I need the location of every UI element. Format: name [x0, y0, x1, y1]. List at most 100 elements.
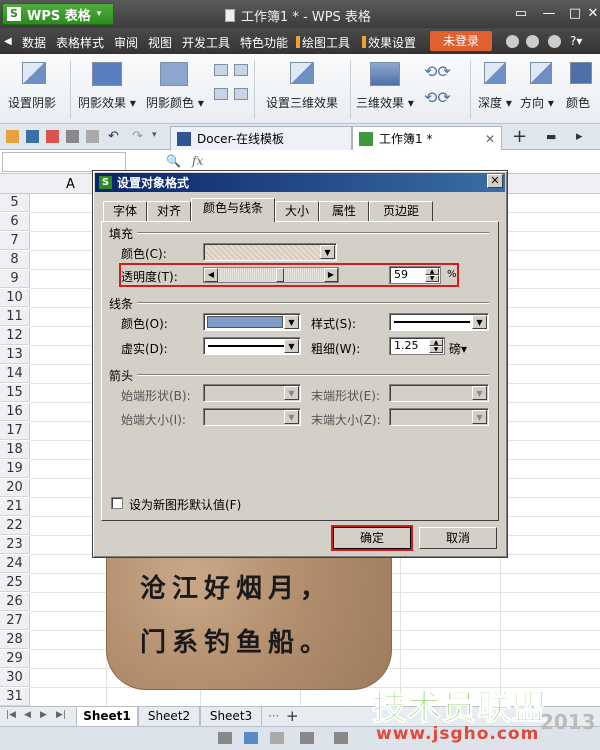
more-sheets-icon[interactable]: ··· [268, 709, 279, 723]
page-break-icon[interactable] [270, 732, 284, 744]
save-icon[interactable] [26, 130, 39, 143]
gift-icon[interactable] [526, 35, 539, 48]
column-header-a[interactable]: A [66, 177, 75, 192]
redo-icon[interactable]: ↷ [132, 129, 143, 144]
open-folder-icon[interactable] [6, 130, 19, 143]
default-checkbox[interactable] [111, 497, 123, 509]
row-header[interactable]: 6 [0, 213, 30, 231]
normal-view-icon[interactable] [218, 732, 232, 744]
tab-list-icon[interactable]: ▬ [546, 130, 556, 143]
3d-settings-button[interactable]: 设置三维效果 [266, 94, 338, 111]
weight-value[interactable]: 1.25 [394, 339, 419, 352]
slider-left-icon[interactable]: ◀ [204, 268, 218, 282]
minimize-icon[interactable]: — [540, 6, 558, 22]
row-header[interactable]: 28 [0, 631, 30, 649]
dialog-title-bar[interactable]: S 设置对象格式 [95, 173, 505, 192]
reading-mode-icon[interactable] [334, 732, 348, 744]
row-header[interactable]: 12 [0, 327, 30, 345]
cancel-button[interactable]: 取消 [419, 527, 497, 549]
first-sheet-icon[interactable]: |◀ [6, 710, 16, 720]
print-icon[interactable] [66, 130, 79, 143]
fullscreen-icon[interactable] [300, 732, 314, 744]
add-sheet-icon[interactable]: + [286, 707, 299, 725]
row-header[interactable]: 5 [0, 194, 30, 212]
row-header[interactable]: 9 [0, 270, 30, 288]
row-header[interactable]: 20 [0, 479, 30, 497]
transparency-slider[interactable]: ◀ ▶ [203, 267, 339, 283]
row-header[interactable]: 31 [0, 688, 30, 706]
spin-down-icon[interactable]: ▼ [425, 275, 439, 282]
row-header[interactable]: 23 [0, 536, 30, 554]
transparency-spinner[interactable]: 59 ▲ ▼ [389, 266, 441, 284]
tilt-down-icon[interactable]: ⟲⟳ [424, 88, 451, 107]
tab-properties[interactable]: 属性 [319, 201, 369, 221]
spin-up-icon[interactable]: ▲ [429, 339, 443, 346]
slider-thumb[interactable] [276, 268, 284, 282]
row-header[interactable]: 25 [0, 574, 30, 592]
line-style-dropdown[interactable]: ▼ [389, 313, 489, 331]
close-icon[interactable]: ✕ [584, 6, 600, 22]
menu-table-style[interactable]: 表格样式 [56, 34, 104, 51]
maximize-icon[interactable]: □ [566, 6, 584, 22]
begin-style-dropdown[interactable]: ▼ [203, 384, 301, 402]
ok-button[interactable]: 确定 [333, 527, 411, 549]
tab-workbook[interactable]: 工作簿1 * ✕ [352, 126, 502, 150]
spin-down-icon[interactable]: ▼ [429, 346, 443, 353]
row-header[interactable]: 10 [0, 289, 30, 307]
row-header[interactable]: 21 [0, 498, 30, 516]
nudge-up-icon[interactable] [214, 64, 228, 76]
fill-color-dropdown[interactable]: ▼ [203, 243, 337, 261]
tab-colors-lines[interactable]: 颜色与线条 [191, 198, 275, 222]
dialog-close-button[interactable]: ✕ [487, 174, 503, 188]
tab-margins[interactable]: 页边距 [369, 201, 433, 221]
print-preview-icon[interactable] [86, 130, 99, 143]
tab-font[interactable]: 字体 [103, 201, 147, 221]
sheet-tab-3[interactable]: Sheet3 [200, 707, 262, 727]
row-header[interactable]: 22 [0, 517, 30, 535]
menu-drawing-tools[interactable]: 绘图工具 [296, 34, 350, 51]
row-header[interactable]: 11 [0, 308, 30, 326]
slider-right-icon[interactable]: ▶ [324, 268, 338, 282]
spin-up-icon[interactable]: ▲ [425, 268, 439, 275]
menu-review[interactable]: 审阅 [114, 34, 138, 51]
undo-icon[interactable]: ↶ [108, 129, 119, 144]
row-header[interactable]: 15 [0, 384, 30, 402]
row-header[interactable]: 13 [0, 346, 30, 364]
last-sheet-icon[interactable]: ▶| [56, 710, 66, 720]
zoom-icon[interactable]: 🔍 [166, 154, 181, 168]
close-tab-icon[interactable]: ✕ [485, 132, 495, 146]
export-pdf-icon[interactable] [46, 130, 59, 143]
shadow-color-button[interactable]: 阴影颜色 ▾ [146, 94, 204, 111]
row-header[interactable]: 8 [0, 251, 30, 269]
row-header[interactable]: 29 [0, 650, 30, 668]
nudge-left-icon[interactable] [234, 64, 248, 76]
tilt-up-icon[interactable]: ⟲⟳ [424, 62, 451, 81]
end-size-dropdown[interactable]: ▼ [389, 408, 489, 426]
row-header[interactable]: 26 [0, 593, 30, 611]
menu-scroll-left-icon[interactable]: ◀ [4, 36, 12, 47]
help-icon[interactable]: ?▾ [570, 34, 582, 48]
menu-developer[interactable]: 开发工具 [182, 34, 230, 51]
row-header[interactable]: 27 [0, 612, 30, 630]
row-header[interactable]: 7 [0, 232, 30, 250]
new-tab-button[interactable]: + [512, 126, 527, 147]
row-header[interactable]: 18 [0, 441, 30, 459]
tab-alignment[interactable]: 对齐 [147, 201, 191, 221]
end-style-dropdown[interactable]: ▼ [389, 384, 489, 402]
nudge-right-icon[interactable] [234, 88, 248, 100]
3d-effect-button[interactable]: 三维效果 ▾ [356, 94, 414, 111]
quick-access-dropdown-icon[interactable]: ▾ [152, 130, 157, 140]
weight-unit-dropdown[interactable]: 磅▾ [449, 340, 467, 357]
row-header[interactable]: 30 [0, 669, 30, 687]
restore-icon[interactable]: ▭ [512, 6, 530, 22]
nudge-down-icon[interactable] [214, 88, 228, 100]
color-button[interactable]: 颜色 [566, 94, 590, 111]
tab-docer[interactable]: Docer-在线模板 [170, 126, 352, 150]
fx-icon[interactable]: fx [192, 154, 203, 168]
shadow-effect-button[interactable]: 阴影效果 ▾ [78, 94, 136, 111]
menu-view[interactable]: 视图 [148, 34, 172, 51]
weight-spinner[interactable]: 1.25 ▲ ▼ [389, 337, 445, 355]
login-button[interactable]: 未登录 [430, 31, 492, 51]
prev-sheet-icon[interactable]: ◀ [24, 710, 31, 720]
shirt-icon[interactable] [548, 35, 561, 48]
